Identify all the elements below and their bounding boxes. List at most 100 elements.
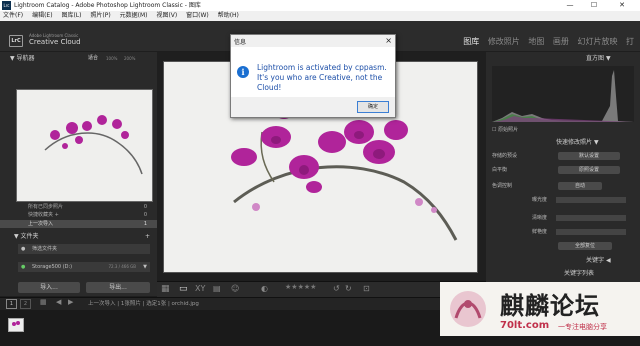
survey-view-icon[interactable]: ▤ xyxy=(213,284,221,293)
filter-folders-field[interactable]: ● 筛选文件夹 xyxy=(18,244,150,254)
menu-window[interactable]: 窗口(W) xyxy=(186,11,209,21)
menu-view[interactable]: 视图(V) xyxy=(156,11,177,21)
window-title: Lightroom Catalog - Adobe Photoshop Ligh… xyxy=(14,2,201,9)
navigator-header[interactable]: ▼ 导航器 适合 100% 200% xyxy=(10,54,155,63)
original-photo-label: 原始照片 xyxy=(498,127,519,133)
navigator-preview[interactable] xyxy=(16,89,153,202)
catalog-row-count: 0 xyxy=(143,204,147,210)
triangle-right-icon: ◀ xyxy=(605,257,611,264)
menu-photo[interactable]: 照片(P) xyxy=(90,11,110,21)
folders-header[interactable]: ▼ 文件夹 + xyxy=(14,232,154,241)
saved-preset-select[interactable]: 默认设置 xyxy=(558,152,620,160)
navigator-title: 导航器 xyxy=(16,55,35,62)
window-2-button[interactable]: 2 xyxy=(20,299,31,309)
catalog-row-count: 1 xyxy=(143,221,147,227)
window-1-button[interactable]: 1 xyxy=(6,299,17,309)
activation-info-dialog: 信息 × i Lightroom is activated by cppasm.… xyxy=(230,34,396,118)
dialog-title: 信息 xyxy=(234,39,247,46)
catalog-row-synced[interactable]: 所有已同步照片 0 xyxy=(0,203,157,211)
rating-stars[interactable]: ★★★★★ xyxy=(285,283,316,291)
qilin-logo-icon xyxy=(450,291,486,327)
menu-metadata[interactable]: 元数据(M) xyxy=(120,11,148,21)
ok-button[interactable]: 确定 xyxy=(357,101,389,113)
exposure-row: 曝光度 xyxy=(532,196,632,204)
histogram-header[interactable]: 直方图 ▼ xyxy=(586,54,636,63)
clarity-stepper[interactable] xyxy=(556,215,626,221)
catalog-row-label: 快捷收藏夹 + xyxy=(28,212,59,218)
catalog-row-previous-import[interactable]: 上一次导入 1 xyxy=(0,220,157,228)
checkbox-icon[interactable]: ☐ xyxy=(492,127,496,133)
module-print[interactable]: 打 xyxy=(626,37,634,46)
grid-view-icon[interactable]: ▦ xyxy=(161,284,170,294)
thumbnail-orchid-image xyxy=(12,321,20,326)
grid-icon[interactable]: ▦ xyxy=(40,298,47,306)
quick-develop-header[interactable]: 快速修改照片 ▼ xyxy=(556,138,638,147)
export-button[interactable]: 导出... xyxy=(86,282,150,293)
exposure-stepper[interactable] xyxy=(556,197,626,203)
navigator-orchid-image xyxy=(44,115,143,175)
people-view-icon[interactable]: ☺ xyxy=(231,284,239,293)
menu-file[interactable]: 文件(F) xyxy=(3,11,23,21)
add-folder-icon[interactable]: + xyxy=(145,232,150,241)
keywords-header[interactable]: 关键字 ◀ xyxy=(586,256,636,265)
module-map[interactable]: 地图 xyxy=(528,37,544,46)
dialog-close-button[interactable]: × xyxy=(385,36,392,45)
crop-icon[interactable]: ⊡ xyxy=(363,284,370,293)
keyword-list-header[interactable]: 关键字列表 xyxy=(564,269,636,278)
drive-status-icon: ● xyxy=(21,264,26,270)
triangle-down-icon: ▼ xyxy=(605,55,611,62)
toolbar: ▦ ▭ XY ▤ ☺ ◐ ★★★★★ ↺ ↻ ⊡ ▼ xyxy=(157,281,486,297)
white-balance-select[interactable]: 原照设置 xyxy=(558,166,620,174)
drive-row[interactable]: ● Storage500 (D:) 72.3 / 466 GB ▼ xyxy=(18,262,150,272)
painter-icon[interactable]: ◐ xyxy=(261,284,268,293)
drive-name: Storage500 (D:) xyxy=(32,264,73,270)
zoom-200[interactable]: 200% xyxy=(124,54,135,63)
menu-library[interactable]: 图库(L) xyxy=(61,11,81,21)
vibrance-stepper[interactable] xyxy=(556,229,626,235)
search-icon: ● xyxy=(21,246,26,252)
clarity-row: 清晰度 xyxy=(532,214,632,222)
filmstrip-thumbnail[interactable] xyxy=(8,318,24,332)
reset-all-button[interactable]: 全部复位 xyxy=(558,242,612,250)
star-icon[interactable]: ★ xyxy=(310,283,316,291)
module-develop[interactable]: 修改照片 xyxy=(488,37,520,46)
vibrance-row: 鲜艳度 xyxy=(532,228,632,236)
saved-preset-row: 存储的预设 默认设置 xyxy=(492,152,640,160)
zoom-fit[interactable]: 适合 xyxy=(88,54,98,63)
catalog-row-quick-collection[interactable]: 快捷收藏夹 + 0 xyxy=(0,211,157,219)
keyword-list-title: 关键字列表 xyxy=(564,270,595,277)
back-arrow-icon[interactable]: ◀ xyxy=(56,298,61,306)
tone-control-label: 色调控制 xyxy=(492,183,513,189)
vibrance-label: 鲜艳度 xyxy=(532,229,548,235)
clarity-label: 清晰度 xyxy=(532,215,548,221)
watermark-overlay: 麒麟论坛 70lt.com 一专注电脑分享 xyxy=(440,282,640,336)
maximize-button[interactable]: ☐ xyxy=(584,0,604,11)
menu-help[interactable]: 帮助(H) xyxy=(218,11,239,21)
rotate-left-icon[interactable]: ↺ xyxy=(333,284,340,293)
forward-arrow-icon[interactable]: ▶ xyxy=(68,298,73,306)
close-window-button[interactable]: ✕ xyxy=(612,0,632,11)
minimize-button[interactable]: — xyxy=(560,0,580,11)
histogram-chart xyxy=(492,66,634,122)
module-book[interactable]: 画册 xyxy=(553,37,569,46)
white-balance-label: 白平衡 xyxy=(492,167,508,173)
rotate-right-icon[interactable]: ↻ xyxy=(345,284,352,293)
zoom-100[interactable]: 100% xyxy=(106,54,117,63)
import-button[interactable]: 导入... xyxy=(18,282,80,293)
triangle-down-icon: ▼ xyxy=(593,139,599,146)
dialog-body: i Lightroom is activated by cppasm. It's… xyxy=(231,47,395,97)
loupe-view-icon[interactable]: ▭ xyxy=(179,284,188,294)
compare-view-icon[interactable]: XY xyxy=(195,284,205,293)
menu-bar: 文件(F) 编辑(E) 图库(L) 照片(P) 元数据(M) 视图(V) 窗口(… xyxy=(0,11,640,21)
tone-control-row: 色调控制 自动 xyxy=(492,182,640,190)
filmstrip-source-path[interactable]: 上一次导入 | 1张照片 | 选定1张 | orchid.jpg xyxy=(88,299,199,307)
original-photo-toggle[interactable]: ☐ 原始照片 xyxy=(492,126,640,134)
drive-capacity: 72.3 / 466 GB xyxy=(108,264,136,269)
module-library[interactable]: 图库 xyxy=(463,37,479,46)
auto-tone-button[interactable]: 自动 xyxy=(558,182,602,190)
module-slideshow[interactable]: 幻灯片放映 xyxy=(577,37,617,46)
quick-develop-title: 快速修改照片 xyxy=(556,139,593,146)
catalog-row-count: 0 xyxy=(143,212,147,218)
menu-edit[interactable]: 编辑(E) xyxy=(32,11,52,21)
lightroom-app-icon: Lrc xyxy=(2,1,11,10)
